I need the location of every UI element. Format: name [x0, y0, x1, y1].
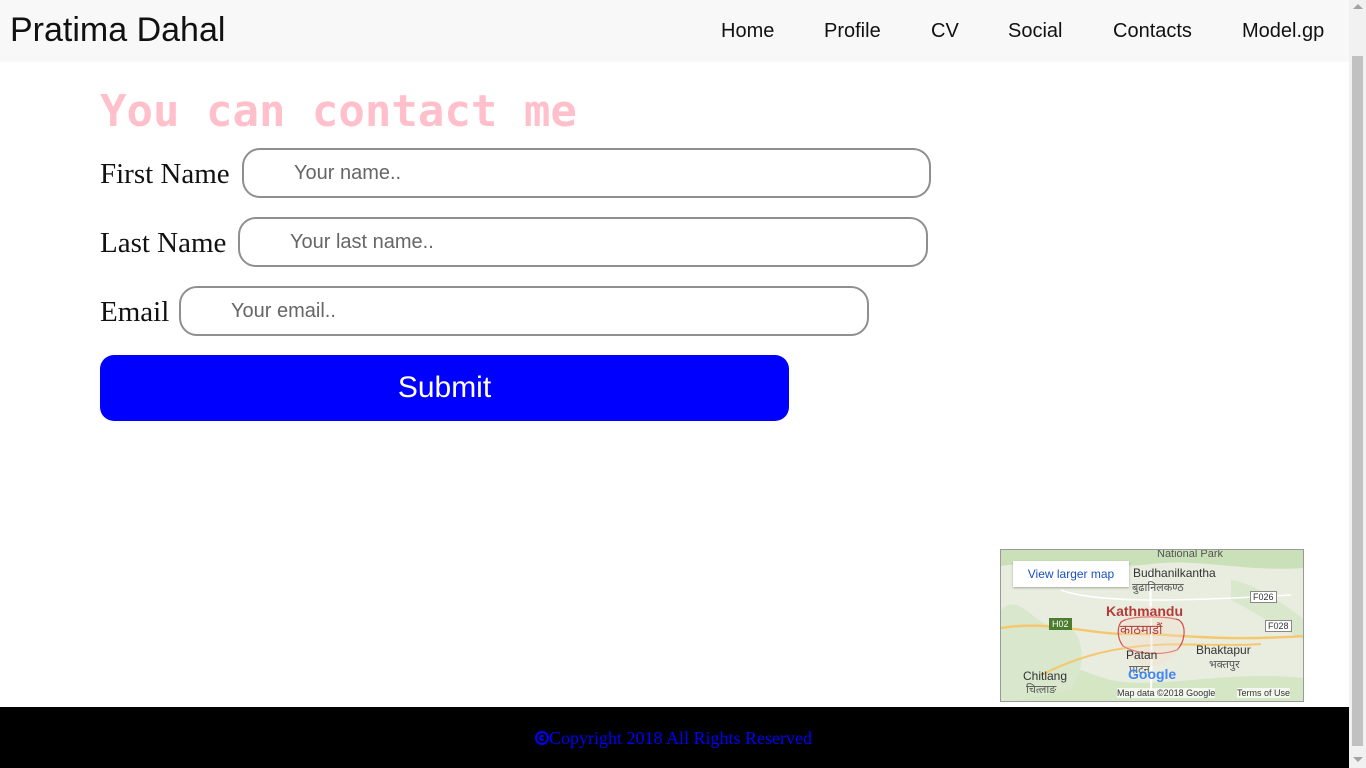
last-name-label: Last Name — [100, 227, 227, 259]
map-label-chitlang-np: चित्लाङ — [1026, 684, 1057, 696]
nav-profile[interactable]: Profile — [824, 19, 881, 43]
map-label-national-park: National Park — [1157, 549, 1224, 560]
last-name-input[interactable] — [238, 217, 928, 267]
first-name-label: First Name — [100, 158, 230, 190]
scrollbar-thumb[interactable] — [1352, 56, 1363, 746]
navbar: Pratima Dahal Home Profile CV Social Con… — [0, 0, 1349, 62]
map-label-budhanilkantha-np: बुढानिलकण्ठ — [1132, 582, 1184, 594]
first-name-input[interactable] — [242, 148, 931, 198]
scroll-up-arrow-icon[interactable] — [1353, 4, 1363, 9]
map-attribution: Map data ©2018 Google — [1117, 688, 1216, 698]
map-label-patan: Patan — [1126, 648, 1158, 662]
map-label-kathmandu: Kathmandu — [1106, 603, 1183, 619]
road-badge-f026: F026 — [1250, 591, 1277, 603]
map-label-budhanilkantha: Budhanilkantha — [1133, 566, 1216, 580]
nav-social[interactable]: Social — [1008, 19, 1062, 43]
scroll-down-arrow-icon[interactable] — [1353, 757, 1363, 762]
email-label: Email — [100, 296, 170, 328]
map-label-chitlang: Chitlang — [1023, 669, 1068, 683]
nav-model[interactable]: Model.gp — [1242, 19, 1324, 43]
road-badge-h02: H02 — [1049, 618, 1072, 630]
email-input[interactable] — [179, 286, 869, 336]
submit-button[interactable]: Submit — [100, 355, 789, 421]
view-larger-map-link[interactable]: View larger map — [1013, 561, 1129, 587]
copyright-text: Copyright 2018 All Rights Reserved — [549, 728, 812, 748]
copyright-icon — [535, 731, 549, 745]
site-brand[interactable]: Pratima Dahal — [10, 10, 225, 50]
nav-cv[interactable]: CV — [931, 19, 959, 43]
nav-home[interactable]: Home — [721, 19, 774, 43]
google-logo: Google — [1128, 666, 1177, 682]
map-label-bhaktapur-np: भक्तपुर — [1209, 659, 1240, 671]
footer-copyright: Copyright 2018 All Rights Reserved — [535, 727, 812, 749]
map-label-bhaktapur: Bhaktapur — [1196, 643, 1251, 657]
map-label-kathmandu-np: काठमाडौं — [1120, 622, 1163, 637]
contact-heading: You can contact me — [100, 86, 577, 137]
map-embed[interactable]: View larger map National Park Budhanilka… — [1000, 549, 1304, 702]
nav-contacts[interactable]: Contacts — [1113, 19, 1192, 43]
road-badge-f028: F028 — [1265, 620, 1292, 632]
map-terms-link[interactable]: Terms of Use — [1237, 688, 1291, 698]
